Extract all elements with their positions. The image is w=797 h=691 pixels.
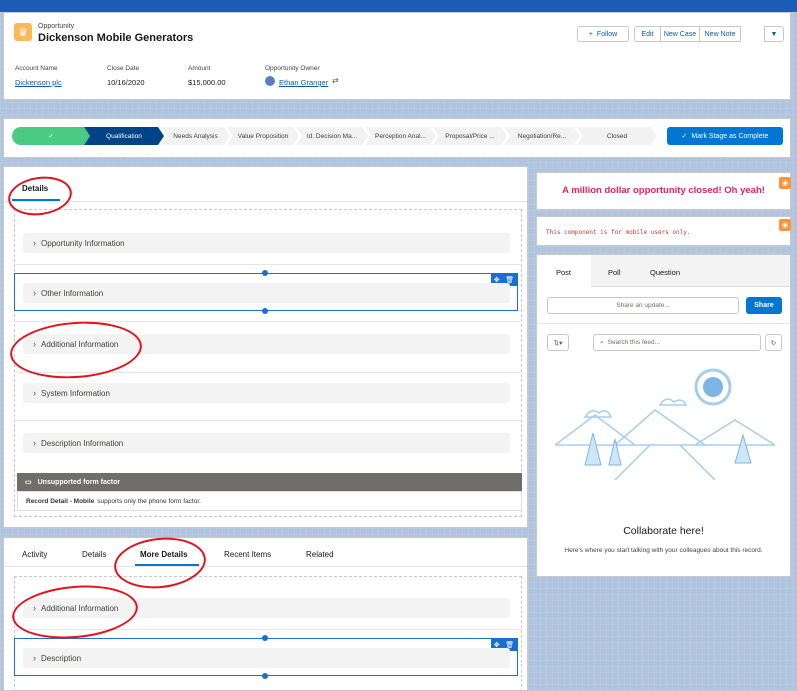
share-button[interactable]: Share	[746, 297, 782, 314]
tab-divider	[4, 566, 527, 567]
feed-divider	[537, 323, 790, 324]
chevron-right-icon: ›	[33, 238, 36, 248]
refresh-icon: ↻	[770, 339, 777, 347]
edit-button[interactable]: Edit	[634, 26, 661, 42]
amount-value: $15,000.00	[188, 78, 226, 87]
unsupported-form-factor-body: Record Detail - Mobile supports only the…	[17, 491, 522, 511]
account-name-label: Account Name	[15, 65, 58, 72]
owner-link[interactable]: Ethan Granger	[279, 78, 328, 87]
section-other-information[interactable]: › Other Information	[23, 283, 510, 303]
owner-label: Opportunity Owner	[265, 65, 320, 72]
details-panel: Details › Opportunity Information ✥ 🗑 › …	[3, 166, 528, 528]
tab-divider	[4, 201, 527, 202]
path-stage-value-proposition[interactable]: Value Proposition	[227, 127, 299, 145]
top-band	[0, 0, 797, 12]
section-divider	[14, 420, 522, 421]
unsupported-form-factor-header: ▭ Unsupported form factor	[17, 473, 522, 491]
path-stage-qualification[interactable]: Qualification	[84, 127, 164, 145]
more-details-panel: Activity Details More Details Recent Ite…	[3, 533, 528, 691]
section-label: Description	[41, 653, 82, 663]
path-stage-needs-analysis[interactable]: Needs Analysis	[161, 127, 230, 145]
section-description[interactable]: › Description	[23, 648, 510, 668]
section-label: Description Information	[41, 438, 124, 448]
mobile-note-text: This component is for mobile users only.	[546, 229, 691, 236]
sort-button[interactable]: ⇅▾	[547, 334, 569, 351]
section-label: System Information	[41, 388, 110, 398]
share-update-input[interactable]: Share an update...	[547, 297, 739, 314]
record-header: ♛ Opportunity Dickenson Mobile Generator…	[3, 12, 791, 100]
refresh-button[interactable]: ↻	[765, 334, 782, 351]
account-name-link[interactable]: Dickenson plc	[15, 78, 62, 87]
mobile-only-note: This component is for mobile users only.…	[536, 216, 791, 246]
follow-button[interactable]: + Follow	[577, 26, 629, 42]
new-case-button[interactable]: New Case	[660, 26, 700, 42]
banner-text: A million dollar opportunity closed! Oh …	[562, 185, 765, 196]
more-actions-button[interactable]: ▼	[764, 26, 784, 42]
chevron-down-icon: ▼	[770, 30, 778, 38]
search-icon: ⌕	[600, 338, 604, 346]
sort-icon: ⇅▾	[553, 339, 563, 347]
crown-icon: ♛	[14, 23, 32, 41]
search-placeholder: Search this feed...	[607, 339, 661, 346]
object-type-label: Opportunity	[38, 23, 75, 30]
section-label: Other Information	[41, 288, 104, 298]
warning-bold: Record Detail - Mobile	[26, 497, 95, 505]
section-description-information[interactable]: › Description Information	[23, 433, 510, 453]
mark-stage-complete-label: Mark Stage as Complete	[691, 132, 769, 140]
collaborate-illustration	[555, 368, 775, 480]
tab-related[interactable]: Related	[306, 550, 334, 559]
chevron-right-icon: ›	[33, 438, 36, 448]
warning-text: supports only the phone form factor.	[97, 497, 201, 505]
resize-handle-bottom[interactable]	[262, 308, 268, 314]
search-feed-input[interactable]: ⌕ Search this feed...	[593, 334, 761, 351]
resize-handle-top[interactable]	[262, 635, 268, 641]
tab-post[interactable]: Post	[556, 268, 571, 277]
path-component: ✓ Qualification Needs Analysis Value Pro…	[3, 118, 791, 158]
avatar	[265, 76, 275, 86]
eye-icon[interactable]: ◉	[779, 177, 791, 189]
path-stage-proposal[interactable]: Proposal/Price ...	[433, 127, 507, 145]
path-stage-id-decision[interactable]: Id. Decision Ma...	[296, 127, 368, 145]
section-label: Opportunity Information	[41, 238, 125, 248]
chatter-feed: Post Poll Question Share an update... Sh…	[536, 254, 791, 577]
tab-question[interactable]: Question	[650, 268, 680, 277]
chevron-right-icon: ›	[33, 653, 36, 663]
desktop-icon: ▭	[25, 479, 32, 486]
tab-recent-items[interactable]: Recent Items	[224, 550, 271, 559]
section-system-information[interactable]: › System Information	[23, 383, 510, 403]
plus-icon: +	[588, 30, 593, 38]
resize-handle-bottom[interactable]	[262, 673, 268, 679]
mark-stage-complete-button[interactable]: ✓ Mark Stage as Complete	[667, 127, 783, 145]
check-icon: ✓	[681, 133, 688, 140]
new-note-button[interactable]: New Note	[699, 26, 741, 42]
close-date-value: 10/16/2020	[107, 78, 145, 87]
chevron-right-icon: ›	[33, 388, 36, 398]
eye-icon[interactable]: ◉	[779, 219, 791, 231]
path-stage-closed[interactable]: Closed	[577, 127, 657, 145]
empty-feed-title: Collaborate here!	[623, 525, 704, 537]
celebration-banner: A million dollar opportunity closed! Oh …	[536, 172, 791, 210]
close-date-label: Close Date	[107, 65, 140, 72]
path-stage-completed[interactable]: ✓	[12, 127, 90, 145]
tab-poll[interactable]: Poll	[608, 268, 621, 277]
path-stage-perception[interactable]: Perception Anal...	[365, 127, 436, 145]
tab-activity[interactable]: Activity	[22, 550, 47, 559]
empty-feed-text: Here's where you start talking with your…	[564, 547, 763, 554]
warning-title: Unsupported form factor	[37, 478, 121, 486]
follow-button-label: Follow	[596, 30, 618, 38]
amount-label: Amount	[188, 65, 211, 72]
section-opportunity-information[interactable]: › Opportunity Information	[23, 233, 510, 253]
change-owner-icon[interactable]: ⇄	[332, 76, 339, 85]
tab-details[interactable]: Details	[82, 550, 106, 559]
chevron-right-icon: ›	[33, 288, 36, 298]
section-divider	[14, 264, 522, 265]
record-title: Dickenson Mobile Generators	[38, 32, 194, 44]
path-stage-negotiation[interactable]: Negotiation/Re...	[504, 127, 580, 145]
resize-handle-top[interactable]	[262, 270, 268, 276]
